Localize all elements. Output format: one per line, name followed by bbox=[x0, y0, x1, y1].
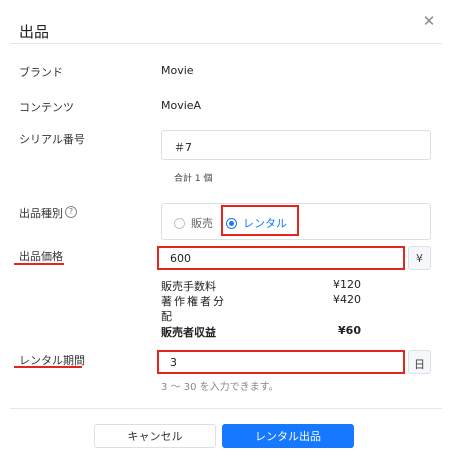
rental-period-unit: 日 bbox=[408, 350, 431, 374]
fee-amount: ¥120 bbox=[333, 278, 361, 291]
radio-sale[interactable]: 販売 bbox=[174, 215, 213, 231]
proceeds-label: 販売者収益 bbox=[161, 326, 216, 339]
serial-number-box: ＃7 bbox=[161, 130, 431, 160]
brand-label: ブランド bbox=[19, 66, 63, 79]
price-unit-label: ¥ bbox=[416, 252, 423, 265]
royalty-label-continued: 配 bbox=[161, 310, 172, 323]
listing-type-label: 出品種別 bbox=[19, 207, 63, 220]
annotation-period-highlight bbox=[157, 350, 405, 374]
brand-value: Movie bbox=[161, 64, 194, 77]
fee-row: 販売手数料 ¥120 bbox=[161, 278, 361, 294]
serial-total: 合計 1 個 bbox=[174, 174, 213, 184]
proceeds-row: 販売者収益 ¥60 bbox=[161, 324, 361, 340]
header-divider bbox=[10, 43, 442, 44]
annotation-period-underline bbox=[14, 366, 82, 368]
annotation-price-underline bbox=[14, 263, 64, 265]
royalty-amount: ¥420 bbox=[333, 293, 361, 306]
question-icon[interactable]: ? bbox=[65, 206, 77, 218]
radio-sale-label: 販売 bbox=[191, 217, 213, 230]
close-icon[interactable]: ✕ bbox=[421, 13, 437, 29]
dialog-header: 出品 ✕ bbox=[0, 0, 450, 44]
serial-number-value: ＃7 bbox=[174, 141, 192, 154]
serial-label: シリアル番号 bbox=[19, 133, 85, 146]
listing-dialog: 出品 ✕ ブランド Movie コンテンツ MovieA シリアル番号 ＃7 合… bbox=[0, 0, 450, 462]
rental-period-hint: 3 ～ 30 を入力できます。 bbox=[161, 382, 279, 393]
contents-label: コンテンツ bbox=[19, 101, 74, 114]
royalty-label: 著作権者分 bbox=[161, 295, 226, 308]
annotation-rental-highlight bbox=[221, 205, 299, 236]
annotation-price-highlight bbox=[157, 246, 405, 270]
fee-label: 販売手数料 bbox=[161, 280, 216, 293]
price-unit: ¥ bbox=[408, 246, 431, 270]
footer-divider bbox=[10, 408, 442, 409]
cancel-button[interactable]: キャンセル bbox=[94, 424, 216, 448]
radio-sale-indicator[interactable] bbox=[174, 217, 185, 229]
royalty-label-wrap: 配 bbox=[161, 308, 361, 324]
proceeds-amount: ¥60 bbox=[338, 324, 361, 337]
contents-value: MovieA bbox=[161, 99, 202, 112]
price-label: 出品価格 bbox=[19, 250, 63, 263]
rental-listing-button[interactable]: レンタル出品 bbox=[222, 424, 354, 448]
royalty-row: 著作権者分 ¥420 bbox=[161, 293, 361, 309]
dialog-title: 出品 bbox=[19, 23, 50, 41]
rental-period-unit-label: 日 bbox=[414, 358, 425, 371]
